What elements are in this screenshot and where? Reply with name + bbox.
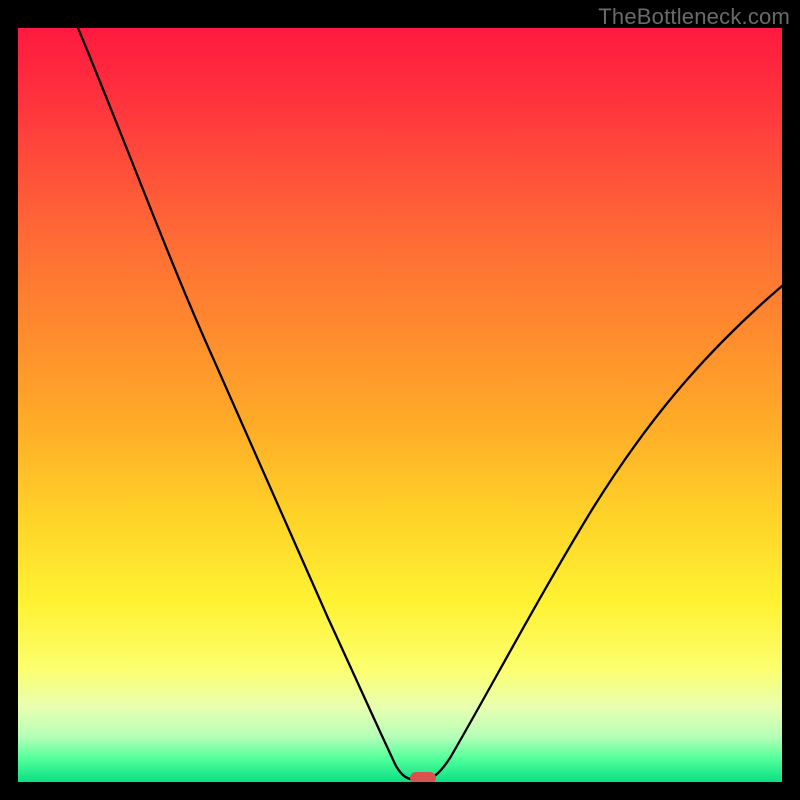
chart-data-json: line [0,0,1,1]
background-gradient [18,28,782,782]
chart-frame: TheBottleneck.com line [0,0,800,800]
watermark-text: TheBottleneck.com [598,4,790,30]
plot-area [18,28,782,782]
